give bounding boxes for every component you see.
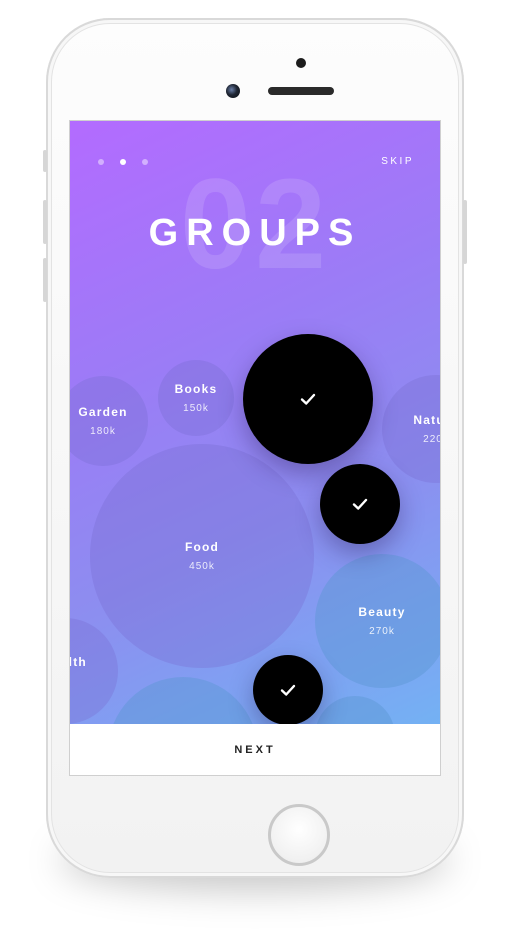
checkmark-icon: [300, 393, 316, 405]
bubble-selected-large[interactable]: [243, 334, 373, 464]
bubble-count: 180k: [90, 426, 116, 437]
next-button-label: NEXT: [234, 743, 276, 756]
checkmark-icon: [280, 684, 296, 696]
bubble-count: 270k: [369, 626, 395, 637]
bubble-count: 450k: [189, 561, 215, 572]
onboarding-screen: SKIP 02 GROUPS Garden 180k Books 150k Na…: [70, 121, 440, 775]
proximity-sensor: [296, 58, 306, 68]
bubble-selected-small[interactable]: [253, 655, 323, 725]
earpiece-speaker: [268, 87, 334, 95]
home-button[interactable]: [268, 804, 330, 866]
bubble-label: Food: [184, 540, 220, 554]
checkmark-icon: [352, 498, 368, 510]
bubble-label: Garden: [78, 405, 128, 419]
mute-switch: [43, 150, 47, 172]
bubble-label: Nature: [413, 413, 440, 427]
volume-up-button: [43, 200, 47, 244]
volume-down-button: [43, 258, 47, 302]
bubble-health[interactable]: Health k: [70, 618, 118, 724]
page-title: GROUPS: [148, 212, 362, 254]
bubble-count: 150k: [183, 403, 209, 414]
bubble-label: Books: [174, 382, 218, 396]
bubble-garden[interactable]: Garden 180k: [70, 376, 148, 466]
bubble-food[interactable]: Food 450k: [90, 444, 314, 668]
device-mockup: SKIP 02 GROUPS Garden 180k Books 150k Na…: [0, 0, 510, 948]
next-button[interactable]: NEXT: [70, 724, 440, 775]
bubble-selected-medium[interactable]: [320, 464, 400, 544]
power-button: [463, 200, 467, 264]
bubble-count: 220k: [423, 434, 440, 445]
bubble-beauty[interactable]: Beauty 270k: [315, 554, 440, 688]
bubble-label: Health: [70, 655, 87, 669]
bubble-label: Beauty: [358, 605, 406, 619]
bubble-books[interactable]: Books 150k: [158, 360, 234, 436]
front-camera: [226, 84, 240, 98]
bubble-nature[interactable]: Nature 220k: [382, 375, 440, 483]
